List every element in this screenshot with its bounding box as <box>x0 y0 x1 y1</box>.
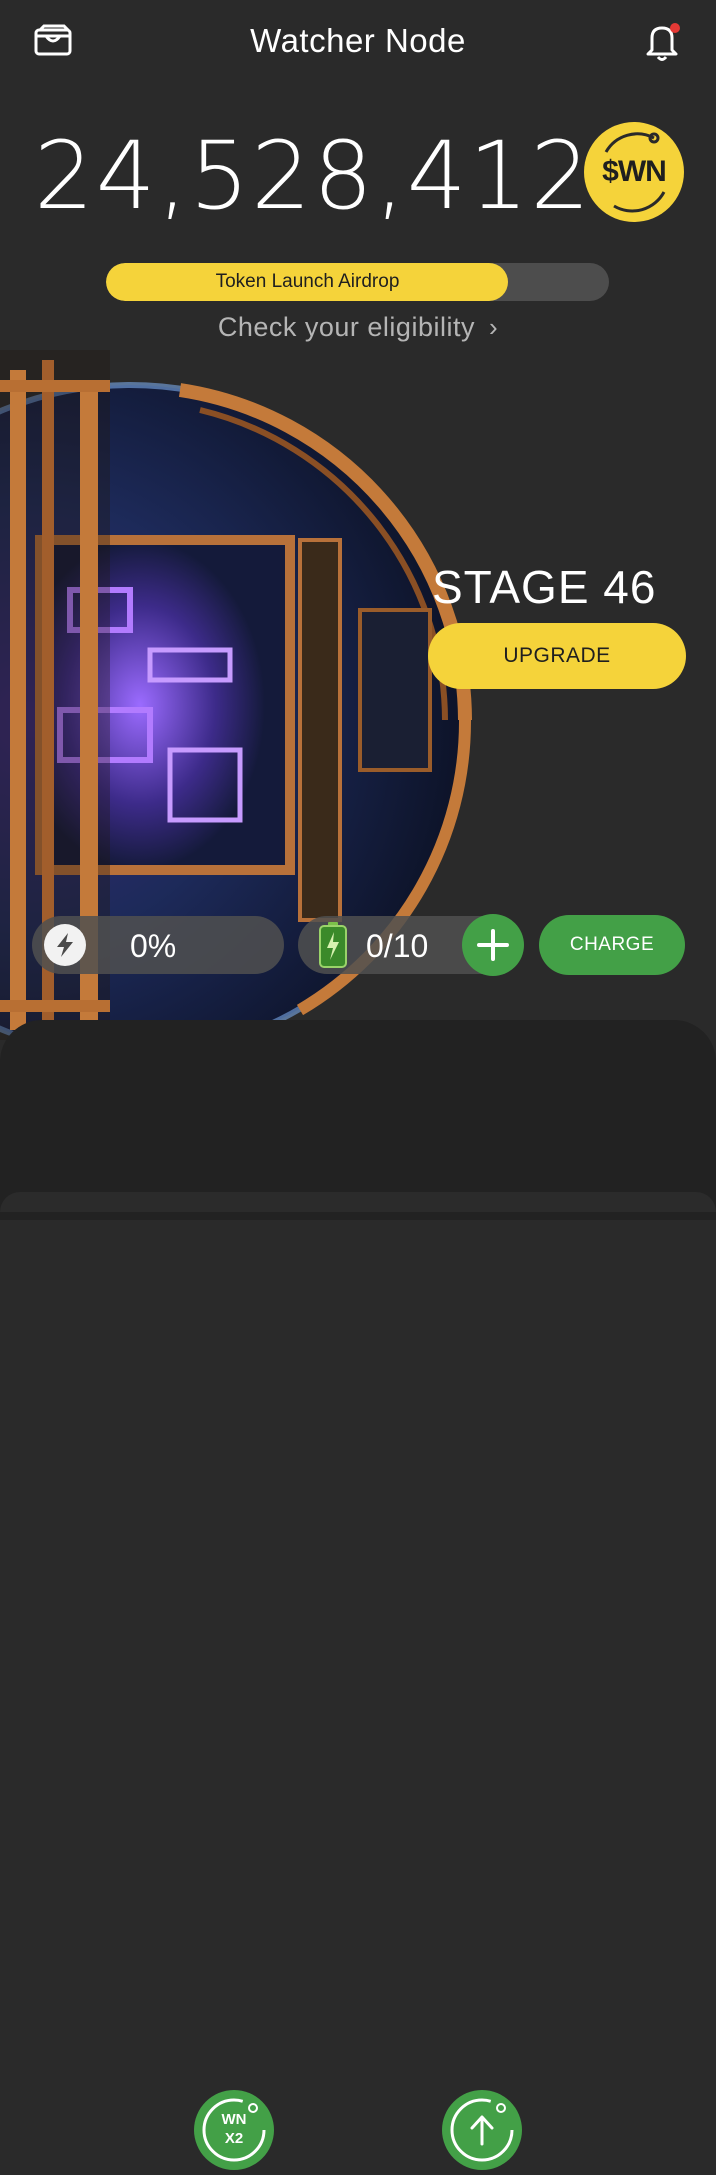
multiplier-line2: X2 <box>224 2130 244 2147</box>
arrow-up-icon <box>450 2098 514 2162</box>
multiplier-line1: WN <box>221 2111 247 2128</box>
bottom-panel: WN X2 <box>0 1020 716 2170</box>
airdrop-progress[interactable]: Token Launch Airdrop <box>106 263 609 301</box>
chevron-right-icon: › <box>488 312 499 342</box>
lightning-icon <box>44 924 86 966</box>
app-header: Watcher Node <box>0 0 716 84</box>
upgrade-button[interactable]: UPGRADE <box>428 623 686 689</box>
stage-label: STAGE 46 <box>432 561 657 613</box>
airdrop-label: Token Launch Airdrop <box>215 271 400 292</box>
bell-icon[interactable] <box>640 20 684 62</box>
page-title: Watcher Node <box>250 22 466 59</box>
multiplier-label: WN X2 <box>194 2110 274 2148</box>
battery-icon <box>319 922 347 968</box>
charge-button[interactable]: CHARGE <box>539 915 685 975</box>
check-eligibility-link[interactable]: Check your eligibility › <box>0 312 716 343</box>
boost-button[interactable] <box>442 2090 522 2170</box>
notification-dot <box>670 23 680 33</box>
token-balance: 24,528,412 <box>34 122 593 231</box>
bottom-sheet-edge <box>0 1192 716 1212</box>
energy-value: 0% <box>130 928 177 964</box>
eligibility-text: Check your eligibility <box>217 312 475 342</box>
add-battery-button[interactable] <box>462 914 524 976</box>
multiplier-button[interactable]: WN X2 <box>194 2090 274 2170</box>
energy-indicator: 0% <box>32 916 284 974</box>
plus-icon <box>477 929 509 961</box>
wn-coin-icon: $WN <box>584 122 684 222</box>
battery-value: 0/10 <box>366 928 429 964</box>
